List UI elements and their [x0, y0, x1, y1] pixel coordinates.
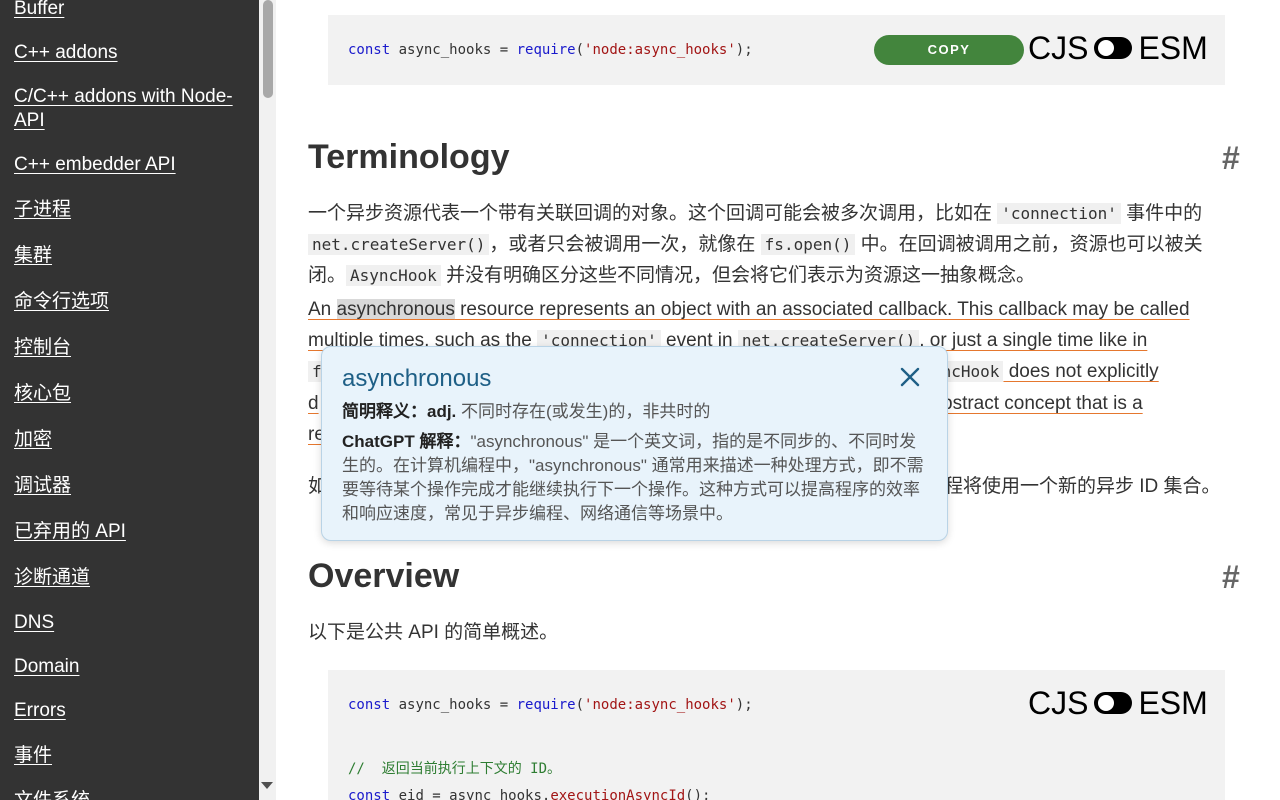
terminology-zh-paragraph: 一个异步资源代表一个带有关联回调的对象。这个回调可能会被多次调用，比如在 'co… — [308, 198, 1248, 291]
sidebar-item-deprecated-api[interactable]: 已弃用的 API — [14, 520, 244, 544]
popup-chatgpt-explanation: ChatGPT 解释："asynchronous" 是一个英文词，指的是不同步的… — [342, 430, 927, 526]
toggle-switch-icon[interactable] — [1094, 692, 1133, 714]
text: 并没有明确区分这些不同情况，但会将它们表示为资源这一抽象概念。 — [440, 265, 1035, 286]
sidebar-item-console[interactable]: 控制台 — [14, 336, 244, 360]
text: 中。在回调被调用之前，资源也可以被关 — [855, 234, 1203, 255]
sidebar-item-embedder-api[interactable]: C++ embedder API — [14, 153, 244, 177]
code-text: async_hooks = — [390, 42, 517, 58]
inline-code: AsyncHook — [346, 265, 441, 286]
sidebar-item-diagnostics-channel[interactable]: 诊断通道 — [14, 566, 244, 590]
text: 事件中的 — [1120, 203, 1203, 224]
code-text: ); — [735, 42, 753, 58]
code-text: ( — [575, 697, 585, 713]
popup-definition: 简明释义：adj. 不同时存在(或发生)的，非共时的 — [342, 397, 710, 422]
section-title-overview: Overview — [308, 557, 460, 595]
terminology-anchor-link[interactable]: # — [1222, 140, 1240, 177]
code-line: const async_hooks = require('node:async_… — [348, 42, 753, 58]
code-line: const eid = async_hooks.executionAsyncId… — [348, 788, 710, 800]
cjs-label: CJS — [1028, 29, 1089, 66]
sidebar-item-corepack[interactable]: 核心包 — [14, 382, 244, 406]
text: bstract concept that is a — [942, 393, 1143, 414]
close-icon[interactable] — [898, 365, 922, 389]
sidebar-item-domain[interactable]: Domain — [14, 655, 244, 679]
sidebar-scrollbar[interactable] — [259, 0, 276, 800]
sidebar-item-fs[interactable]: 文件系统 — [14, 789, 244, 800]
inline-code: 'connection' — [997, 203, 1121, 224]
sidebar-item-crypto[interactable]: 加密 — [14, 428, 244, 452]
sidebar-item-buffer[interactable]: Buffer — [14, 0, 244, 21]
code-block-overview: const async_hooks = require('node:async_… — [328, 670, 1225, 800]
sidebar-item-errors[interactable]: Errors — [14, 699, 244, 723]
toggle-switch-icon[interactable] — [1094, 37, 1133, 59]
popup-word: asynchronous — [342, 365, 492, 392]
terminology-zh-line-last-right: 程将使用一个新的异步 ID 集合。 — [944, 471, 1264, 502]
text: An — [308, 299, 337, 320]
code-text: async_hooks = — [390, 697, 517, 713]
sidebar-item-cli-options[interactable]: 命令行选项 — [14, 290, 244, 314]
dictionary-popup: asynchronous 简明释义：adj. 不同时存在(或发生)的，非共时的 … — [321, 346, 948, 541]
code-keyword: const — [348, 697, 391, 713]
cjs-esm-toggle[interactable]: CJS ESM — [1028, 683, 1208, 723]
esm-label: ESM — [1138, 684, 1208, 721]
code-function: executionAsyncId — [550, 788, 686, 800]
sidebar-item-dns[interactable]: DNS — [14, 611, 244, 635]
code-string: 'node:async_hooks' — [584, 697, 736, 713]
code-block-import: const async_hooks = require('node:async_… — [328, 15, 1225, 85]
text: does not explicitly — [1003, 361, 1159, 382]
text: 闭。 — [308, 265, 347, 286]
section-title-terminology: Terminology — [308, 138, 510, 176]
copy-button[interactable]: COPY — [874, 35, 1024, 65]
esm-label: ESM — [1138, 29, 1208, 66]
code-keyword: const — [348, 42, 391, 58]
code-function: require — [516, 42, 576, 58]
text: ，或者只会被调用一次，就像在 — [489, 234, 761, 255]
terminology-en-line-4-right: bstract concept that is a — [942, 388, 1242, 419]
definition-label: 简明释义： — [342, 402, 427, 421]
sidebar-item-events[interactable]: 事件 — [14, 744, 244, 768]
inline-code: net.createServer() — [308, 234, 490, 255]
highlighted-word[interactable]: asynchronous — [336, 299, 455, 320]
terminology-en-line-3-right: yncHook does not explicitly — [928, 356, 1268, 387]
part-of-speech: adj. — [427, 402, 457, 421]
cjs-esm-toggle[interactable]: CJS ESM — [1028, 28, 1208, 68]
sidebar-item-debugger[interactable]: 调试器 — [14, 474, 244, 498]
text: 程将使用一个新的异步 ID 集合。 — [944, 476, 1221, 497]
inline-code: fs.open() — [760, 234, 856, 255]
chatgpt-label: ChatGPT 解释： — [342, 432, 471, 451]
code-text: ( — [575, 42, 585, 58]
scroll-down-arrow-icon[interactable] — [261, 782, 273, 789]
sidebar-item-cluster[interactable]: 集群 — [14, 244, 244, 268]
sidebar-item-cpp-addons[interactable]: C++ addons — [14, 41, 244, 65]
sidebar: Buffer C++ addons C/C++ addons with Node… — [0, 0, 259, 800]
code-text: eid = async_hooks. — [390, 788, 551, 800]
text: , or just a single time like in — [919, 330, 1148, 351]
definition-text: 不同时存在(或发生)的，非共时的 — [456, 402, 711, 421]
sidebar-item-child-process[interactable]: 子进程 — [14, 198, 244, 222]
sidebar-scrollbar-thumb[interactable] — [263, 0, 273, 98]
cjs-label: CJS — [1028, 684, 1089, 721]
overview-anchor-link[interactable]: # — [1222, 559, 1240, 596]
toggle-knob — [1098, 40, 1115, 56]
code-keyword: const — [348, 788, 391, 800]
code-comment: // 返回当前执行上下文的 ID。 — [348, 761, 562, 777]
code-line: const async_hooks = require('node:async_… — [348, 697, 753, 713]
text: resource represents an object with an as… — [454, 299, 1190, 320]
code-string: 'node:async_hooks' — [584, 42, 736, 58]
sidebar-item-node-api[interactable]: C/C++ addons with Node-API — [14, 85, 244, 133]
text: 一个异步资源代表一个带有关联回调的对象。这个回调可能会被多次调用，比如在 — [308, 203, 998, 224]
overview-intro: 以下是公共 API 的简单概述。 — [308, 622, 559, 643]
code-text: ); — [735, 697, 753, 713]
code-text: (); — [685, 788, 711, 800]
toggle-knob — [1098, 695, 1115, 711]
text: d — [308, 393, 319, 414]
code-function: require — [516, 697, 576, 713]
